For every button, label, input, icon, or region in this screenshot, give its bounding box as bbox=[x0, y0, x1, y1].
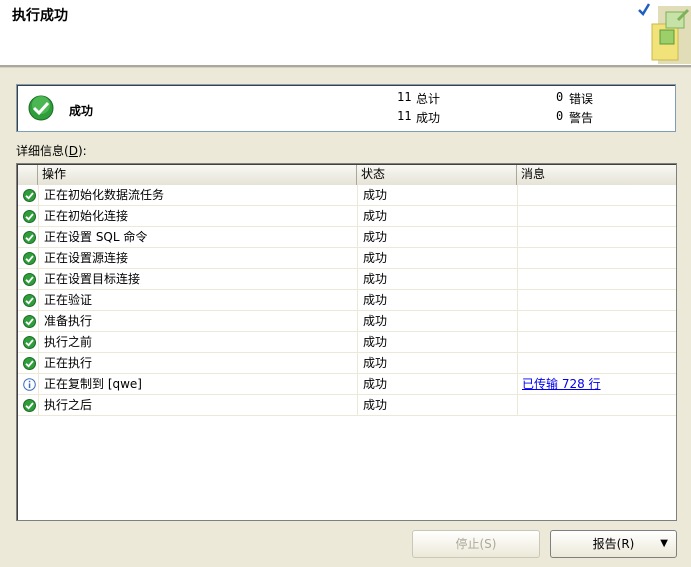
info-icon bbox=[23, 378, 36, 391]
column-header-status[interactable]: 状态 bbox=[357, 165, 517, 185]
dropdown-arrow-icon[interactable]: ▼ bbox=[660, 531, 668, 557]
row-action: 执行之后 bbox=[44, 398, 93, 412]
success-icon bbox=[23, 273, 36, 286]
success-label: 成功 bbox=[416, 111, 441, 125]
row-status: 成功 bbox=[363, 398, 388, 412]
row-status: 成功 bbox=[363, 272, 388, 286]
warning-label: 警告 bbox=[569, 111, 594, 125]
row-action: 正在初始化数据流任务 bbox=[44, 188, 165, 202]
table-row[interactable]: 正在验证 成功 bbox=[18, 290, 676, 311]
success-icon bbox=[23, 189, 36, 202]
stop-button[interactable]: 停止(S) bbox=[412, 530, 540, 558]
row-message bbox=[522, 395, 672, 416]
column-header-action[interactable]: 操作 bbox=[38, 165, 357, 185]
success-icon bbox=[23, 231, 36, 244]
page-title: 执行成功 bbox=[12, 8, 68, 24]
table-row[interactable]: 正在设置目标连接 成功 bbox=[18, 269, 676, 290]
header-separator bbox=[0, 66, 691, 68]
row-action: 正在复制到 [qwe] bbox=[44, 377, 142, 391]
row-status: 成功 bbox=[363, 377, 388, 391]
row-message bbox=[522, 332, 672, 353]
details-label: 详细信息(D): bbox=[16, 144, 87, 158]
row-status: 成功 bbox=[363, 314, 388, 328]
table-row[interactable]: 正在初始化数据流任务 成功 bbox=[18, 185, 676, 206]
column-header-message[interactable]: 消息 bbox=[517, 165, 676, 185]
table-row[interactable]: 正在执行 成功 bbox=[18, 353, 676, 374]
row-message bbox=[522, 311, 672, 332]
row-message bbox=[522, 206, 672, 227]
row-action: 正在设置源连接 bbox=[44, 251, 129, 265]
row-action: 正在设置 SQL 命令 bbox=[44, 230, 148, 244]
row-status: 成功 bbox=[363, 209, 388, 223]
success-icon bbox=[28, 95, 54, 121]
row-message bbox=[522, 269, 672, 290]
report-button[interactable]: 报告(R) ▼ bbox=[550, 530, 677, 558]
success-icon bbox=[23, 210, 36, 223]
table-row[interactable]: 正在设置 SQL 命令 成功 bbox=[18, 227, 676, 248]
table-row[interactable]: 执行之前 成功 bbox=[18, 332, 676, 353]
error-count: 0 bbox=[556, 90, 564, 104]
row-action: 正在初始化连接 bbox=[44, 209, 129, 223]
summary-panel: 成功 11 总计 11 成功 0 错误 0 警告 bbox=[16, 84, 676, 132]
total-label: 总计 bbox=[416, 92, 441, 106]
row-status: 成功 bbox=[363, 293, 388, 307]
row-action: 正在验证 bbox=[44, 293, 93, 307]
row-message bbox=[522, 353, 672, 374]
row-message bbox=[522, 227, 672, 248]
row-status: 成功 bbox=[363, 356, 388, 370]
table-row[interactable]: 正在复制到 [qwe] 成功 已传输 728 行 bbox=[18, 374, 676, 395]
header: 执行成功 bbox=[0, 0, 691, 66]
row-status: 成功 bbox=[363, 335, 388, 349]
row-action: 执行之前 bbox=[44, 335, 93, 349]
row-message bbox=[522, 248, 672, 269]
success-icon bbox=[23, 252, 36, 265]
row-message bbox=[522, 185, 672, 206]
grid-header: 操作 状态 消息 bbox=[18, 165, 676, 185]
row-action: 准备执行 bbox=[44, 314, 93, 328]
table-row[interactable]: 正在设置源连接 成功 bbox=[18, 248, 676, 269]
success-icon bbox=[23, 357, 36, 370]
row-status: 成功 bbox=[363, 188, 388, 202]
report-button-label: 报告(R) bbox=[592, 537, 635, 551]
table-row[interactable]: 准备执行 成功 bbox=[18, 311, 676, 332]
column-header-icon[interactable] bbox=[18, 165, 38, 185]
details-grid[interactable]: 操作 状态 消息 正在初始化数据流任务 成功 正在初始化连接 成功 正在设置 SQL 命… bbox=[16, 163, 677, 521]
table-row[interactable]: 正在初始化连接 成功 bbox=[18, 206, 676, 227]
summary-status: 成功 bbox=[69, 104, 94, 118]
success-count: 11 bbox=[397, 109, 412, 123]
warning-count: 0 bbox=[556, 109, 564, 123]
error-label: 错误 bbox=[569, 92, 594, 106]
success-icon bbox=[23, 294, 36, 307]
success-icon bbox=[23, 336, 36, 349]
table-row[interactable]: 执行之后 成功 bbox=[18, 395, 676, 416]
total-count: 11 bbox=[397, 90, 412, 104]
row-action: 正在执行 bbox=[44, 356, 93, 370]
success-icon bbox=[23, 315, 36, 328]
row-action: 正在设置目标连接 bbox=[44, 272, 141, 286]
row-message-link[interactable]: 已传输 728 行 bbox=[522, 374, 672, 395]
wizard-logo-icon bbox=[638, 3, 691, 64]
success-icon bbox=[23, 399, 36, 412]
row-status: 成功 bbox=[363, 251, 388, 265]
row-message bbox=[522, 290, 672, 311]
row-status: 成功 bbox=[363, 230, 388, 244]
